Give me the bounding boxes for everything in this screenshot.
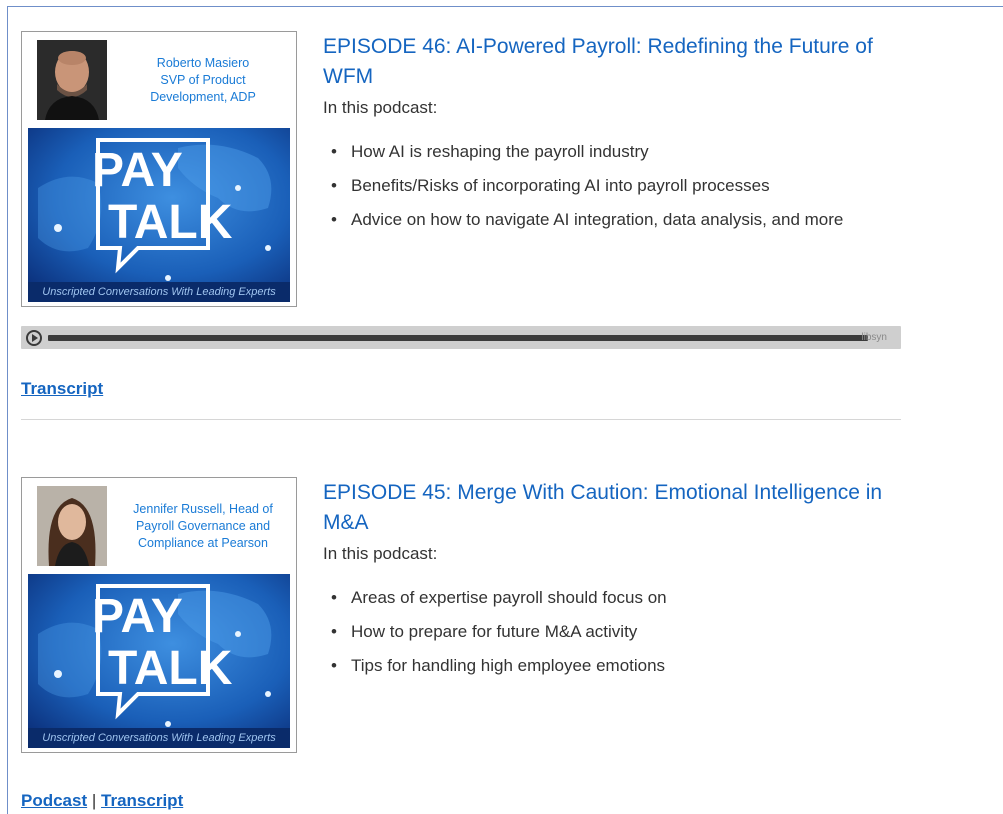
banner-talk-text: TALK xyxy=(108,642,233,695)
link-separator: | xyxy=(91,791,97,810)
audio-player: libsyn xyxy=(21,326,901,349)
list-item: Tips for handling high employee emotions xyxy=(323,653,903,679)
guest-caption: Jennifer Russell, Head of Payroll Govern… xyxy=(118,501,288,552)
banner-talk-text: TALK xyxy=(108,196,233,249)
episode-45-links: Podcast | Transcript xyxy=(21,789,183,813)
banner-tagline: Unscripted Conversations With Leading Ex… xyxy=(28,282,290,302)
guest-title-line: Compliance at Pearson xyxy=(138,536,268,550)
divider xyxy=(21,419,901,420)
transcript-link[interactable]: Transcript xyxy=(21,379,103,398)
guest-title-line: Payroll Governance and xyxy=(135,519,271,533)
thumbnail-header: Jennifer Russell, Head of Payroll Govern… xyxy=(22,478,296,574)
guest-portrait xyxy=(37,486,107,566)
player-brand: libsyn xyxy=(861,332,887,343)
guest-title-line: Development, ADP xyxy=(150,90,256,104)
episode-intro: In this podcast: xyxy=(323,98,438,117)
episode-details: EPISODE 46: AI-Powered Payroll: Redefini… xyxy=(323,31,903,241)
episode-46-links: Transcript xyxy=(21,377,103,401)
banner-pay-text: PAY xyxy=(92,590,183,643)
guest-name: Roberto Masiero xyxy=(156,56,250,70)
seek-bar[interactable] xyxy=(48,335,868,341)
list-item: Benefits/Risks of incorporating AI into … xyxy=(323,173,903,199)
episode-details: EPISODE 45: Merge With Caution: Emotiona… xyxy=(323,477,903,687)
banner-pay-text: PAY xyxy=(92,144,183,197)
guest-title-line: SVP of Product xyxy=(160,73,246,87)
episode-thumbnail[interactable]: Roberto Masiero SVP of Product Developme… xyxy=(21,31,297,307)
banner-tagline: Unscripted Conversations With Leading Ex… xyxy=(28,728,290,748)
list-item: Areas of expertise payroll should focus … xyxy=(323,585,903,611)
episode-thumbnail[interactable]: Jennifer Russell, Head of Payroll Govern… xyxy=(21,477,297,753)
guest-caption: Roberto Masiero SVP of Product Developme… xyxy=(118,55,288,106)
play-icon[interactable] xyxy=(26,330,42,346)
paytalk-banner: PAY TALK Unscripted Conversations With L… xyxy=(28,574,290,748)
episode-topics: Areas of expertise payroll should focus … xyxy=(323,585,903,679)
episode-topics: How AI is reshaping the payroll industry… xyxy=(323,139,903,233)
list-item: Advice on how to navigate AI integration… xyxy=(323,207,903,233)
podcast-link[interactable]: Podcast xyxy=(21,791,87,810)
guest-portrait xyxy=(37,40,107,120)
transcript-link[interactable]: Transcript xyxy=(101,791,183,810)
episode-intro: In this podcast: xyxy=(323,544,438,563)
paytalk-banner: PAY TALK Unscripted Conversations With L… xyxy=(28,128,290,302)
episode-title[interactable]: EPISODE 46: AI-Powered Payroll: Redefini… xyxy=(323,32,903,92)
thumbnail-header: Roberto Masiero SVP of Product Developme… xyxy=(22,32,296,128)
list-item: How to prepare for future M&A activity xyxy=(323,619,903,645)
guest-name: Jennifer Russell, Head of xyxy=(133,502,273,516)
list-item: How AI is reshaping the payroll industry xyxy=(323,139,903,165)
episode-title[interactable]: EPISODE 45: Merge With Caution: Emotiona… xyxy=(323,478,903,538)
